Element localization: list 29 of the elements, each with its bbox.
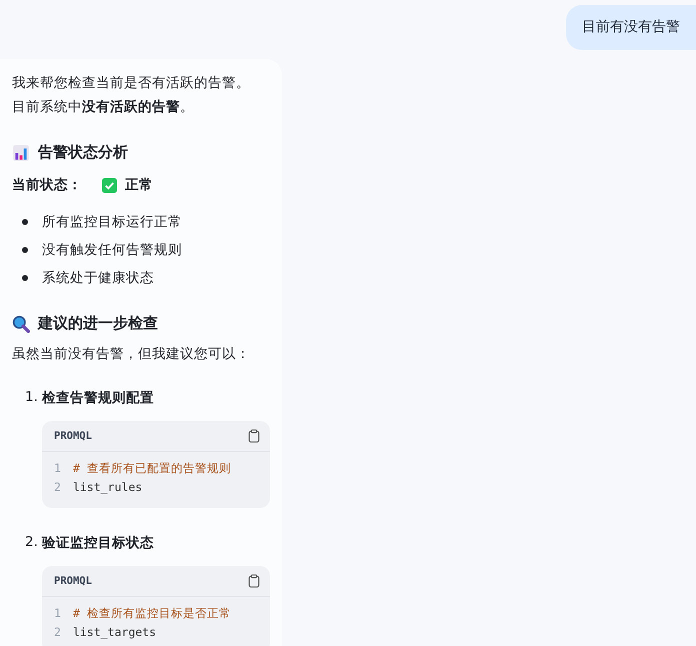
step-title: 验证监控目标状态 bbox=[42, 534, 154, 552]
list-item: 所有监控目标运行正常 bbox=[42, 213, 182, 231]
user-message: 目前有没有告警 bbox=[566, 5, 696, 50]
list-item: 没有触发任何告警规则 bbox=[42, 241, 182, 259]
copy-icon[interactable] bbox=[248, 429, 260, 443]
code-line: # 检查所有监控目标是否正常 bbox=[72, 605, 231, 622]
code-line: list_rules bbox=[72, 479, 142, 496]
code-language: PROMQL bbox=[54, 430, 92, 442]
line-number: 2 bbox=[54, 624, 61, 641]
list-item: 系统处于健康状态 bbox=[42, 269, 154, 287]
line-number: 1 bbox=[54, 460, 61, 477]
copy-icon[interactable] bbox=[248, 574, 260, 588]
magnifier-icon bbox=[12, 314, 30, 332]
section-heading: 建议的进一步检查 bbox=[38, 314, 158, 333]
status-label: 当前状态： bbox=[12, 176, 82, 194]
code-line: list_targets bbox=[72, 624, 156, 641]
step-number: 1. bbox=[25, 389, 38, 407]
message-text: 目前系统中没有活跃的告警。 bbox=[12, 98, 195, 117]
step-number: 2. bbox=[25, 534, 38, 552]
bar-chart-icon bbox=[12, 144, 30, 162]
code-line: # 查看所有已配置的告警规则 bbox=[72, 460, 231, 477]
step-title: 检查告警规则配置 bbox=[42, 389, 154, 407]
line-number: 2 bbox=[54, 479, 61, 496]
section-heading: 告警状态分析 bbox=[38, 143, 128, 162]
code-language: PROMQL bbox=[54, 575, 92, 587]
message-text: 虽然当前没有告警，但我建议您可以： bbox=[12, 345, 251, 363]
status-value: 正常 bbox=[125, 176, 153, 194]
line-number: 1 bbox=[54, 605, 61, 622]
message-text: 我来帮您检查当前是否有活跃的告警。 bbox=[12, 74, 251, 93]
